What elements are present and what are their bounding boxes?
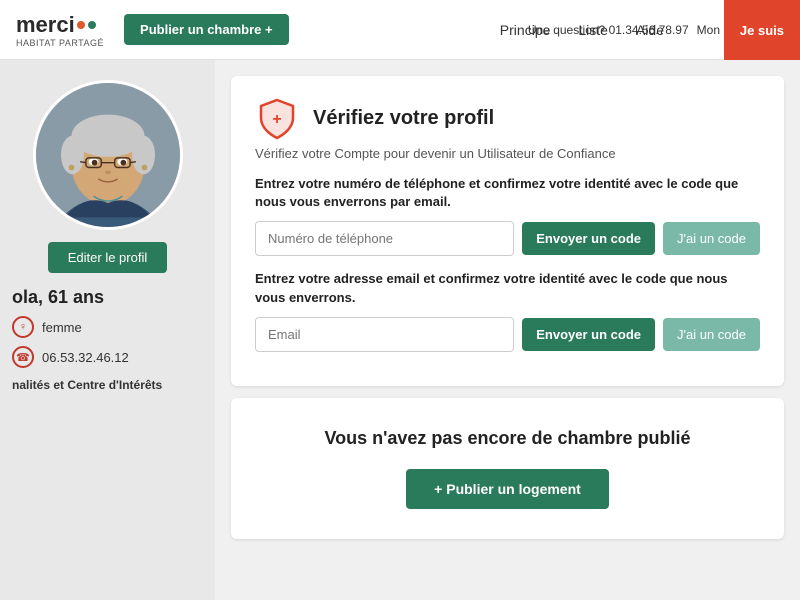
logo-text: merci xyxy=(16,12,75,38)
avatar-image xyxy=(36,80,180,230)
send-code-email-button[interactable]: Envoyer un code xyxy=(522,318,655,351)
user-phone: 06.53.32.46.12 xyxy=(42,350,129,365)
email-input-row: Envoyer un code J'ai un code xyxy=(255,317,760,352)
shield-icon: + xyxy=(255,96,299,140)
publish-lodging-button[interactable]: + Publier un logement xyxy=(406,469,609,509)
card-title-row: + Vérifiez votre profil xyxy=(255,96,760,140)
logo-dot-1 xyxy=(77,21,85,29)
email-instruction: Entrez votre adresse email et confirmez … xyxy=(255,270,760,306)
logo-dot-2 xyxy=(88,21,96,29)
header: merci HABITAT PARTAGÉ Publier un chambre… xyxy=(0,0,800,60)
logo: merci HABITAT PARTAGÉ xyxy=(16,12,104,48)
have-code-phone-button[interactable]: J'ai un code xyxy=(663,222,760,255)
logo-area: merci HABITAT PARTAGÉ xyxy=(16,12,104,48)
interests-label: nalités et Centre d'Intérêts xyxy=(0,378,162,392)
verify-profile-card: + Vérifiez votre profil Vérifiez votre C… xyxy=(231,76,784,386)
no-room-title: Vous n'avez pas encore de chambre publié xyxy=(255,428,760,449)
main-content: Editer le profil ola, 61 ans ♀ femme ☎ 0… xyxy=(0,60,800,600)
no-room-card: Vous n'avez pas encore de chambre publié… xyxy=(231,398,784,539)
logo-subtitle: HABITAT PARTAGÉ xyxy=(16,38,104,48)
phone-input-row: Envoyer un code J'ai un code xyxy=(255,221,760,256)
edit-profile-button[interactable]: Editer le profil xyxy=(48,242,167,273)
publish-room-button[interactable]: Publier un chambre + xyxy=(124,14,289,45)
svg-text:+: + xyxy=(272,111,281,128)
je-suis-button[interactable]: Je suis xyxy=(724,0,800,60)
email-input[interactable] xyxy=(255,317,514,352)
content-area: + Vérifiez votre profil Vérifiez votre C… xyxy=(215,60,800,600)
user-name: ola, 61 ans xyxy=(0,287,104,308)
phone-icon: ☎ xyxy=(12,346,34,368)
have-code-email-button[interactable]: J'ai un code xyxy=(663,318,760,351)
verify-card-title: Vérifiez votre profil xyxy=(313,107,494,130)
mon-text: Mon xyxy=(697,23,720,37)
phone-input[interactable] xyxy=(255,221,514,256)
phone-instruction: Entrez votre numéro de téléphone et conf… xyxy=(255,175,760,211)
gender-icon: ♀ xyxy=(12,316,34,338)
user-gender: femme xyxy=(42,320,82,335)
user-phone-row: ☎ 06.53.32.46.12 xyxy=(0,346,129,368)
logo-dots xyxy=(77,21,96,29)
question-text: Une question? 01.34.56.78.97 xyxy=(528,23,689,37)
avatar xyxy=(33,80,183,230)
sidebar: Editer le profil ola, 61 ans ♀ femme ☎ 0… xyxy=(0,60,215,600)
verify-card-subtitle: Vérifiez votre Compte pour devenir un Ut… xyxy=(255,146,760,161)
send-code-phone-button[interactable]: Envoyer un code xyxy=(522,222,655,255)
user-gender-row: ♀ femme xyxy=(0,316,82,338)
header-question: Une question? 01.34.56.78.97 Mon xyxy=(528,0,720,60)
